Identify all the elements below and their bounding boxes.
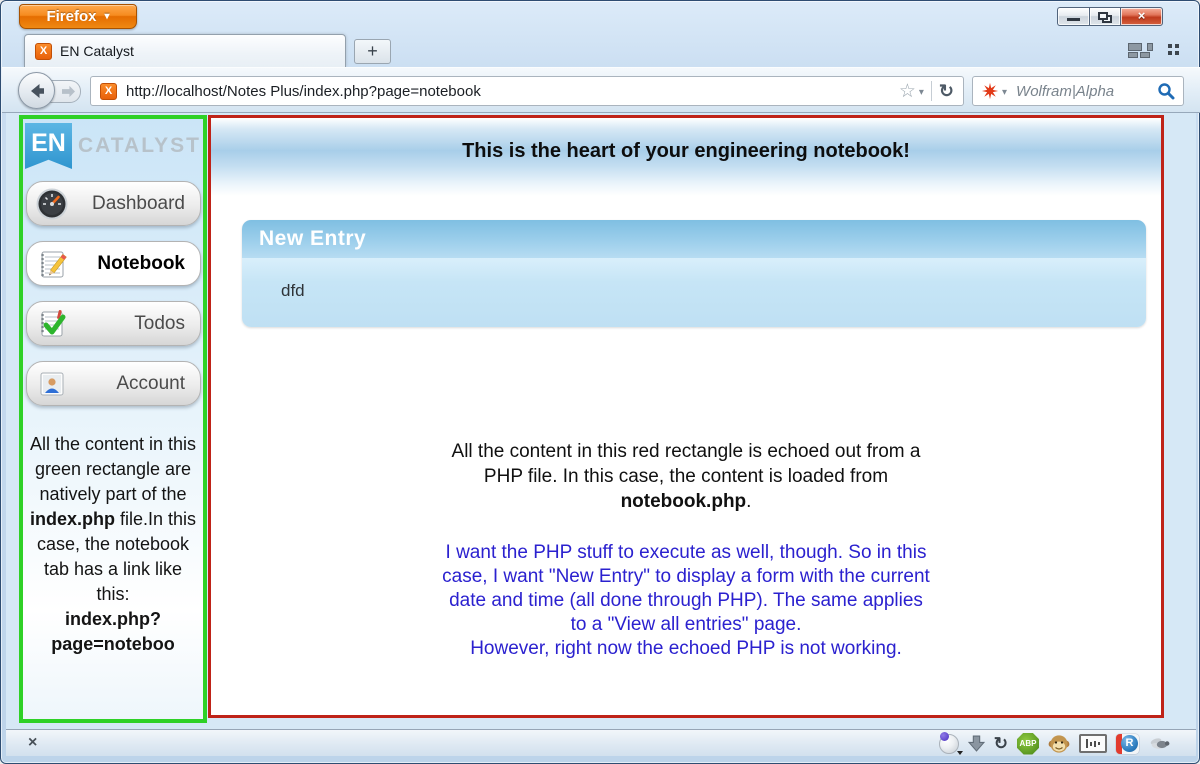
tab-groups-icon[interactable] [1128, 43, 1153, 58]
en-logo-badge: EN [25, 123, 72, 169]
sidebar-item-label: Dashboard [69, 193, 185, 215]
catalyst-wordmark: CATALYST [78, 134, 201, 158]
minimize-icon [1067, 18, 1080, 21]
minimize-button[interactable] [1057, 7, 1089, 26]
browser-window: Firefox ▾ × X EN Catalyst + [0, 0, 1200, 764]
content-red-rectangle: This is the heart of your engineering no… [208, 115, 1164, 718]
search-engine-caret-icon[interactable]: ▾ [1002, 88, 1007, 98]
adblock-plus-icon[interactable]: ABP [1017, 733, 1039, 755]
sidebar-item-dashboard[interactable]: Dashboard [26, 181, 201, 226]
new-entry-header[interactable]: New Entry [242, 220, 1146, 258]
reload-icon[interactable]: ↻ [939, 82, 954, 100]
sidebar-green-rectangle: EN CATALYST Dashboard [19, 115, 207, 723]
sidebar-item-notebook[interactable]: Notebook [26, 241, 201, 286]
back-arrow-icon [27, 81, 47, 101]
tab-strip: X EN Catalyst + [2, 31, 1200, 67]
sidebar-annotation-note: All the content in this green rectangle … [28, 432, 198, 657]
new-entry-body: dfd [242, 258, 1146, 327]
sidebar-item-label: Notebook [69, 253, 185, 275]
bookmark-star-icon[interactable]: ☆ [899, 82, 916, 101]
forward-arrow-icon [61, 85, 76, 98]
close-icon: × [1138, 8, 1146, 23]
bookmark-caret-icon[interactable]: ▾ [919, 88, 924, 98]
firefox-menu-label: Firefox [46, 8, 96, 25]
close-button[interactable]: × [1120, 7, 1163, 26]
site-logo: EN CATALYST [25, 123, 201, 169]
restore-button[interactable] [1089, 7, 1120, 26]
page-refresh-icon[interactable]: ↻ [994, 735, 1008, 752]
page-viewport: EN CATALYST Dashboard [6, 113, 1196, 729]
tab-title: EN Catalyst [60, 43, 134, 59]
close-addon-bar-button[interactable]: × [28, 733, 37, 753]
world-clock-icon[interactable] [939, 734, 959, 754]
url-bar[interactable]: X http://localhost/Notes Plus/index.php?… [90, 76, 964, 106]
greasemonkey-icon[interactable] [1048, 733, 1070, 755]
page-header-band: This is the heart of your engineering no… [211, 118, 1161, 196]
window-controls: × [1057, 7, 1163, 26]
user-icon [35, 367, 69, 401]
sidebar-item-account[interactable]: Account [26, 361, 201, 406]
site-favicon: X [100, 83, 117, 100]
urlbar-divider [931, 81, 932, 101]
url-text[interactable]: http://localhost/Notes Plus/index.php?pa… [126, 83, 899, 100]
sidebar-item-todos[interactable]: Todos [26, 301, 201, 346]
notebook-icon [35, 247, 69, 281]
new-entry-panel: New Entry dfd [242, 220, 1146, 327]
sidebar-item-label: Account [69, 373, 185, 395]
addon-bar: × ↻ ABP R [6, 729, 1196, 756]
titlebar: Firefox ▾ × [1, 1, 1199, 31]
search-icon[interactable] [1157, 82, 1175, 100]
sidebar-item-label: Todos [69, 313, 185, 335]
new-tab-button[interactable]: + [354, 39, 391, 64]
addon-icon-row: ↻ ABP R [939, 730, 1170, 757]
list-all-tabs-icon[interactable] [1168, 44, 1180, 56]
memory-chart-icon[interactable] [1079, 734, 1107, 753]
navigation-bar: X http://localhost/Notes Plus/index.php?… [2, 67, 1200, 113]
gauge-icon [35, 187, 69, 221]
todo-check-icon [35, 307, 69, 341]
download-arrow-icon[interactable] [968, 735, 985, 752]
back-button[interactable] [18, 72, 55, 109]
wolfram-alpha-icon[interactable] [981, 82, 999, 100]
r-badge-icon[interactable]: R [1116, 734, 1139, 754]
xampp-favicon: X [35, 43, 52, 60]
fly-icon[interactable] [1148, 736, 1170, 751]
content-annotation-blue: I want the PHP stuff to execute as well,… [441, 541, 931, 661]
search-box[interactable]: ▾ [972, 76, 1184, 106]
search-input[interactable] [1016, 83, 1157, 100]
tab-en-catalyst[interactable]: X EN Catalyst [24, 34, 346, 67]
entry-text: dfd [281, 281, 305, 300]
chevron-down-icon: ▾ [104, 11, 109, 22]
firefox-menu-button[interactable]: Firefox ▾ [19, 4, 137, 29]
page-title: This is the heart of your engineering no… [462, 140, 910, 196]
content-annotation-black: All the content in this red rectangle is… [436, 439, 936, 514]
